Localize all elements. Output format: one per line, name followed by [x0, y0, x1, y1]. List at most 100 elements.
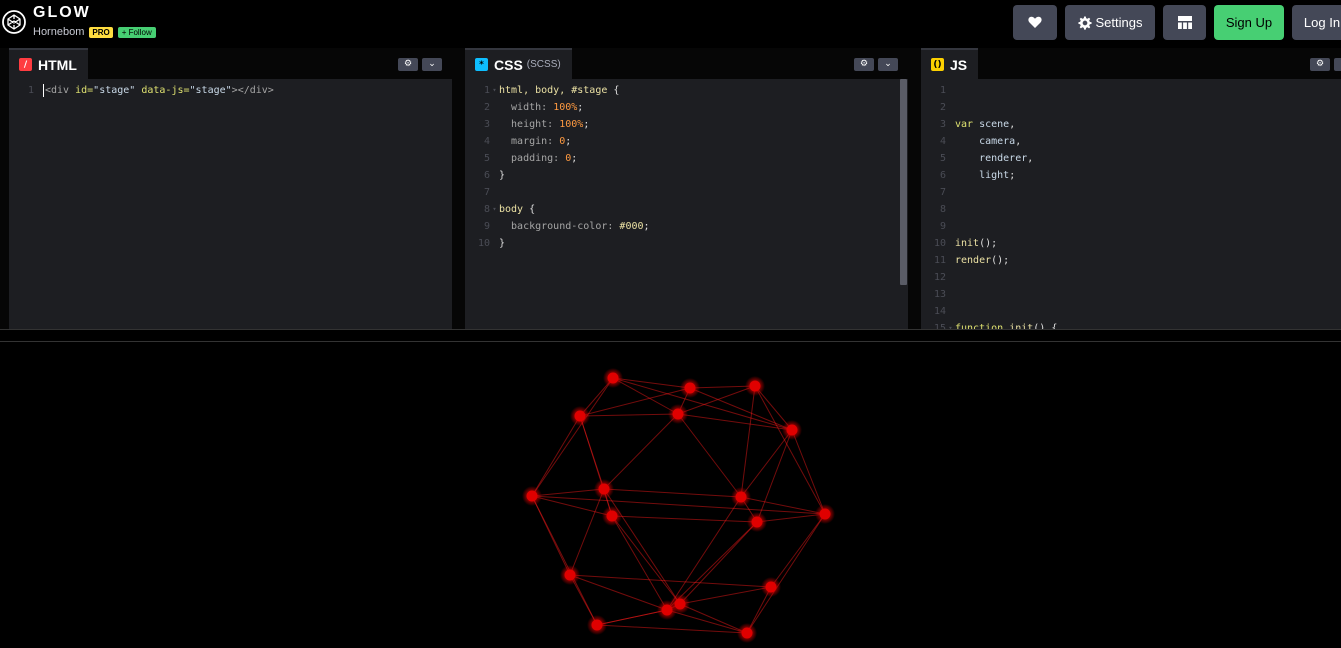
line-number: 5 [483, 153, 490, 164]
tab-css[interactable]: * CSS (SCSS) [465, 48, 572, 79]
wireframe-edge [666, 496, 742, 611]
code-line: 13 [921, 286, 1341, 303]
follow-button[interactable]: + Follow [117, 26, 156, 38]
code-text: render(); [955, 255, 1010, 266]
vertex-node [749, 380, 761, 392]
vertex-node [574, 410, 586, 422]
wireframe-edge [689, 387, 793, 431]
html-panel-header: / HTML ⚙ ⌄ [9, 48, 452, 79]
code-text: var scene, [955, 119, 1016, 130]
line-number: 1 [483, 85, 490, 96]
vertex-node [786, 424, 798, 436]
fold-gutter [946, 235, 955, 252]
code-text: function init() { [955, 323, 1058, 329]
wireframe-edge [611, 515, 758, 523]
css-settings-button[interactable]: ⚙ [854, 58, 874, 71]
log-in-button[interactable]: Log In [1292, 5, 1341, 40]
fold-gutter [490, 150, 499, 167]
code-line: 10} [465, 235, 908, 252]
pro-badge: PRO [89, 26, 113, 38]
code-line: 2 width: 100%; [465, 99, 908, 116]
wireframe-edge [569, 488, 605, 576]
wireframe-edge [579, 415, 613, 517]
css-code-editor[interactable]: 1 ▾ html, body, #stage {2 width: 100%; 3 he… [465, 82, 908, 252]
code-line: 7 [465, 184, 908, 201]
author-name[interactable]: Hornebom [33, 26, 84, 38]
codepen-logo-icon[interactable] [2, 10, 26, 34]
code-text: margin: 0; [499, 136, 572, 147]
js-panel-header: () JS ⚙ ⌄ [921, 48, 1341, 79]
code-line: 8 [921, 201, 1341, 218]
code-line: 5 padding: 0; [465, 150, 908, 167]
wireframe-edge [611, 515, 681, 605]
fold-arrow-icon[interactable]: ▾ [490, 82, 499, 99]
vertex-node [684, 382, 696, 394]
fold-gutter [946, 269, 955, 286]
fold-gutter [34, 82, 43, 99]
line-number: 12 [933, 272, 946, 283]
code-line: 11 render(); [921, 252, 1341, 269]
code-line: 1 ▾ html, body, #stage { [465, 82, 908, 99]
css-collapse-button[interactable]: ⌄ [878, 58, 898, 71]
editor-area: / HTML ⚙ ⌄ 1 <div id="stage" data-js="sta… [0, 48, 1341, 329]
code-text: padding: 0; [499, 153, 578, 164]
fold-gutter [946, 82, 955, 99]
line-number: 15 [933, 323, 946, 329]
line-number: 2 [939, 102, 946, 113]
wireframe-edge [677, 413, 742, 498]
fold-gutter [490, 99, 499, 116]
tab-html[interactable]: / HTML [9, 48, 88, 79]
line-number: 3 [939, 119, 946, 130]
tab-js[interactable]: () JS [921, 48, 979, 79]
vertex-node [591, 619, 603, 631]
html-code-editor[interactable]: 1 <div id="stage" data-js="stage"></div> [9, 82, 452, 99]
top-header: GLOW Hornebom PRO + Follow Settings Sign… [0, 0, 1341, 48]
wireframe-edge [756, 429, 793, 523]
code-text: width: 100%; [499, 102, 584, 113]
pen-title: GLOW [33, 4, 91, 21]
fold-arrow-icon[interactable]: ▾ [490, 201, 499, 218]
layout-button[interactable] [1163, 5, 1206, 40]
css-preprocessor-label: (SCSS) [526, 59, 561, 70]
fold-gutter [946, 150, 955, 167]
gear-icon: ⚙ [403, 59, 413, 69]
html-collapse-button[interactable]: ⌄ [422, 58, 442, 71]
line-number: 1 [27, 85, 34, 96]
code-text: } [499, 238, 506, 249]
vertex-node [526, 490, 538, 502]
css-scrollbar[interactable] [900, 79, 907, 285]
fold-gutter [946, 116, 955, 133]
js-code-editor[interactable]: 1 2 3 var scene, 4 camera, 5 renderer, 6 light… [921, 82, 1341, 329]
html-slash-icon: / [19, 58, 32, 71]
fold-arrow-icon[interactable]: ▾ [946, 320, 955, 329]
preview-output[interactable] [0, 342, 1341, 644]
code-line: 4 margin: 0; [465, 133, 908, 150]
vertex-node [607, 372, 619, 384]
sign-up-button[interactable]: Sign Up [1214, 5, 1284, 40]
vertex-node [672, 408, 684, 420]
js-settings-button[interactable]: ⚙ [1310, 58, 1330, 71]
layout-grid-icon [1177, 16, 1192, 29]
css-asterisk-icon: * [475, 58, 488, 71]
wireframe-edge [531, 495, 598, 626]
heart-button[interactable] [1013, 5, 1057, 40]
line-number: 10 [477, 238, 490, 249]
js-collapse-button[interactable]: ⌄ [1334, 58, 1341, 71]
wireframe-edge [754, 385, 826, 515]
resize-divider[interactable] [0, 329, 1341, 342]
fold-gutter [946, 218, 955, 235]
code-text: init(); [955, 238, 998, 249]
glowing-polyhedron-render [522, 368, 835, 643]
line-number: 11 [933, 255, 946, 266]
html-settings-button[interactable]: ⚙ [398, 58, 418, 71]
wireframe-edge [740, 385, 756, 498]
line-number: 10 [933, 238, 946, 249]
wireframe-edge [531, 415, 581, 497]
code-text: camera, [955, 136, 1022, 147]
settings-label: Settings [1095, 15, 1143, 30]
line-number: 8 [483, 204, 490, 215]
line-number: 6 [483, 170, 490, 181]
line-number: 4 [483, 136, 490, 147]
code-line: 12 [921, 269, 1341, 286]
settings-button[interactable]: Settings [1065, 5, 1155, 40]
